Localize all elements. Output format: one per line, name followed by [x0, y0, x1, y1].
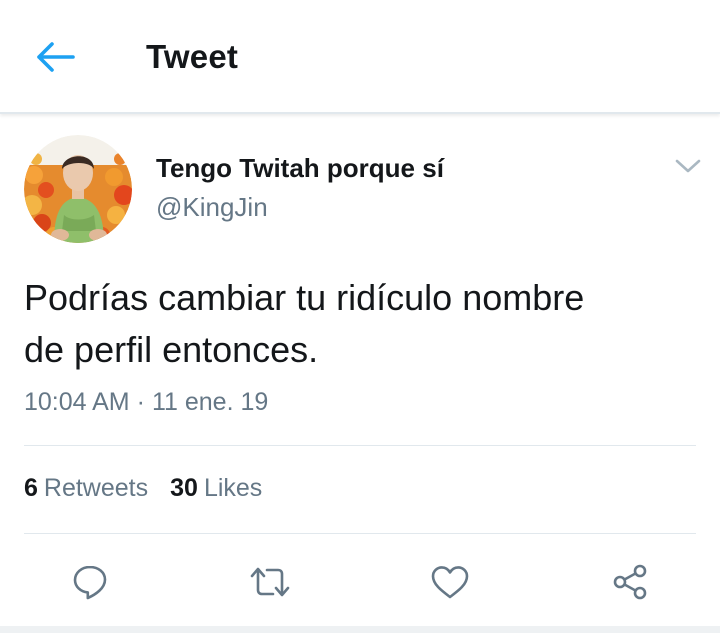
- retweets-stat[interactable]: 6 Retweets: [24, 474, 148, 503]
- page-title: Tweet: [146, 38, 239, 75]
- divider: [24, 445, 696, 446]
- share-button[interactable]: [606, 558, 654, 606]
- arrow-left-icon: [37, 42, 75, 72]
- reply-icon: [73, 565, 107, 600]
- user-handle[interactable]: @KingJin: [156, 192, 268, 223]
- divider: [24, 533, 696, 534]
- tweet-time: 10:04 AM: [24, 388, 130, 416]
- tweet-menu-button[interactable]: [670, 148, 706, 184]
- back-button[interactable]: [28, 34, 84, 80]
- tweet-timestamp: 10:04 AM · 11 ene. 19: [24, 388, 268, 417]
- likes-stat[interactable]: 30 Likes: [170, 474, 262, 503]
- profile-photo: [24, 135, 132, 243]
- likes-count: 30: [170, 474, 198, 502]
- retweets-label: Retweets: [43, 474, 149, 502]
- timestamp-separator: ·: [136, 388, 145, 416]
- tweet-text: Podrías cambiar tu ridículo nombre de pe…: [24, 272, 704, 376]
- chevron-down-icon: [675, 159, 701, 173]
- top-app-bar: Tweet: [0, 0, 720, 114]
- display-name[interactable]: Tengo Twitah porque sí: [156, 153, 444, 184]
- share-icon: [613, 564, 647, 600]
- heart-icon: [431, 566, 469, 599]
- reply-button[interactable]: [66, 558, 114, 606]
- likes-label: Likes: [203, 474, 263, 502]
- retweet-icon: [250, 567, 290, 597]
- avatar[interactable]: [24, 135, 132, 243]
- retweets-count: 6: [24, 474, 38, 502]
- like-button[interactable]: [426, 558, 474, 606]
- bottom-divider: [0, 626, 720, 633]
- retweet-button[interactable]: [246, 558, 294, 606]
- tweet-text-line: de perfil entonces.: [24, 329, 319, 370]
- tweet-text-line: Podrías cambiar tu ridículo nombre: [24, 277, 585, 318]
- engagement-stats: 6 Retweets 30 Likes: [24, 474, 284, 503]
- tweet-date: 11 ene. 19: [151, 388, 269, 416]
